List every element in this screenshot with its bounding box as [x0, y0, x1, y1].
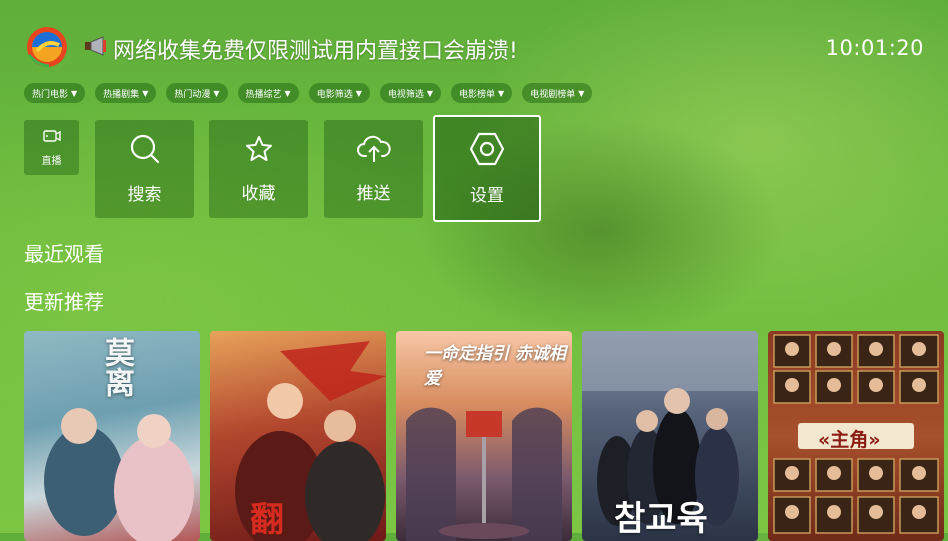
chip-label: 电影榜单: [459, 89, 496, 100]
poster-title: «主角»: [818, 429, 881, 451]
poster-card[interactable]: 一命定指引 赤诚相爱: [396, 331, 572, 541]
caret-down-icon: ▼: [213, 88, 220, 98]
search-button[interactable]: 搜索: [95, 120, 194, 218]
section-updates-title: 更新推荐: [24, 290, 104, 314]
chip-label: 热播综艺: [245, 89, 282, 100]
settings-label: 设置: [470, 185, 504, 206]
cloud-upload-icon: [356, 134, 391, 169]
poster-title: 一命定指引 赤诚相爱: [424, 344, 566, 389]
app-logo: [25, 25, 69, 69]
caret-down-icon: ▼: [498, 88, 505, 98]
caret-down-icon: ▼: [284, 88, 291, 98]
notice-banner: 网络收集免费仅限测试用内置接口会崩溃!: [83, 33, 518, 65]
push-button[interactable]: 推送: [324, 120, 423, 218]
star-icon: [244, 134, 274, 169]
search-label: 搜索: [127, 185, 162, 205]
chip-label: 热门动漫: [174, 89, 211, 100]
filter-chip-movie-filter[interactable]: 电影筛选 ▼: [308, 83, 370, 103]
gear-icon: [469, 132, 505, 171]
caret-down-icon: ▼: [142, 88, 149, 98]
caret-down-icon: ▼: [426, 88, 434, 98]
chip-label: 电视筛选: [387, 89, 424, 100]
poster-title: 莫离: [99, 337, 134, 397]
filter-chip-tv-rankings[interactable]: 电视剧榜单 ▼: [522, 83, 593, 103]
section-recent-title: 最近观看: [24, 242, 104, 266]
filter-chip-hot-series[interactable]: 热播剧集 ▼: [95, 83, 157, 103]
megaphone-icon: [83, 35, 111, 63]
clock: 10:01:20: [825, 36, 924, 60]
filter-bar: 热门电影 ▼ 热播剧集 ▼ 热门动漫 ▼ 热播综艺 ▼ 电影筛选 ▼ 电视筛选 ▼ 电影榜单…: [24, 83, 593, 103]
search-icon: [129, 133, 161, 170]
chip-label: 热播剧集: [103, 89, 140, 100]
live-button[interactable]: 直播: [24, 120, 79, 175]
notice-text: 网络收集免费仅限测试用内置接口会崩溃!: [113, 39, 518, 64]
poster-card[interactable]: 莫离: [24, 331, 200, 541]
settings-button[interactable]: 设置: [433, 115, 541, 222]
chip-label: 热门电影: [32, 89, 69, 100]
poster-card[interactable]: «主角»: [768, 331, 944, 541]
favorites-button[interactable]: 收藏: [209, 120, 308, 218]
tv-icon: [42, 129, 61, 146]
poster-card[interactable]: 참교육: [582, 331, 758, 541]
svg-text:翻: 翻: [250, 500, 284, 540]
push-label: 推送: [356, 184, 391, 204]
recommendation-row: 莫离 翻 一命定指引 赤诚相爱 참교육 «主角»: [24, 331, 944, 541]
chip-label: 电影筛选: [316, 89, 353, 100]
filter-chip-tv-filter[interactable]: 电视筛选 ▼: [379, 83, 442, 103]
chip-label: 电视剧榜单: [530, 89, 576, 100]
poster-card[interactable]: 翻: [210, 331, 386, 541]
filter-chip-hot-anime[interactable]: 热门动漫 ▼: [166, 83, 228, 103]
filter-chip-movie-rankings[interactable]: 电影榜单 ▼: [451, 83, 513, 103]
favorites-label: 收藏: [241, 184, 276, 204]
caret-down-icon: ▼: [71, 88, 78, 98]
live-label: 直播: [41, 155, 62, 167]
caret-down-icon: ▼: [355, 88, 362, 98]
filter-chip-hot-movies[interactable]: 热门电影 ▼: [24, 83, 86, 103]
filter-chip-hot-variety[interactable]: 热播综艺 ▼: [237, 83, 299, 103]
caret-down-icon: ▼: [578, 88, 585, 98]
